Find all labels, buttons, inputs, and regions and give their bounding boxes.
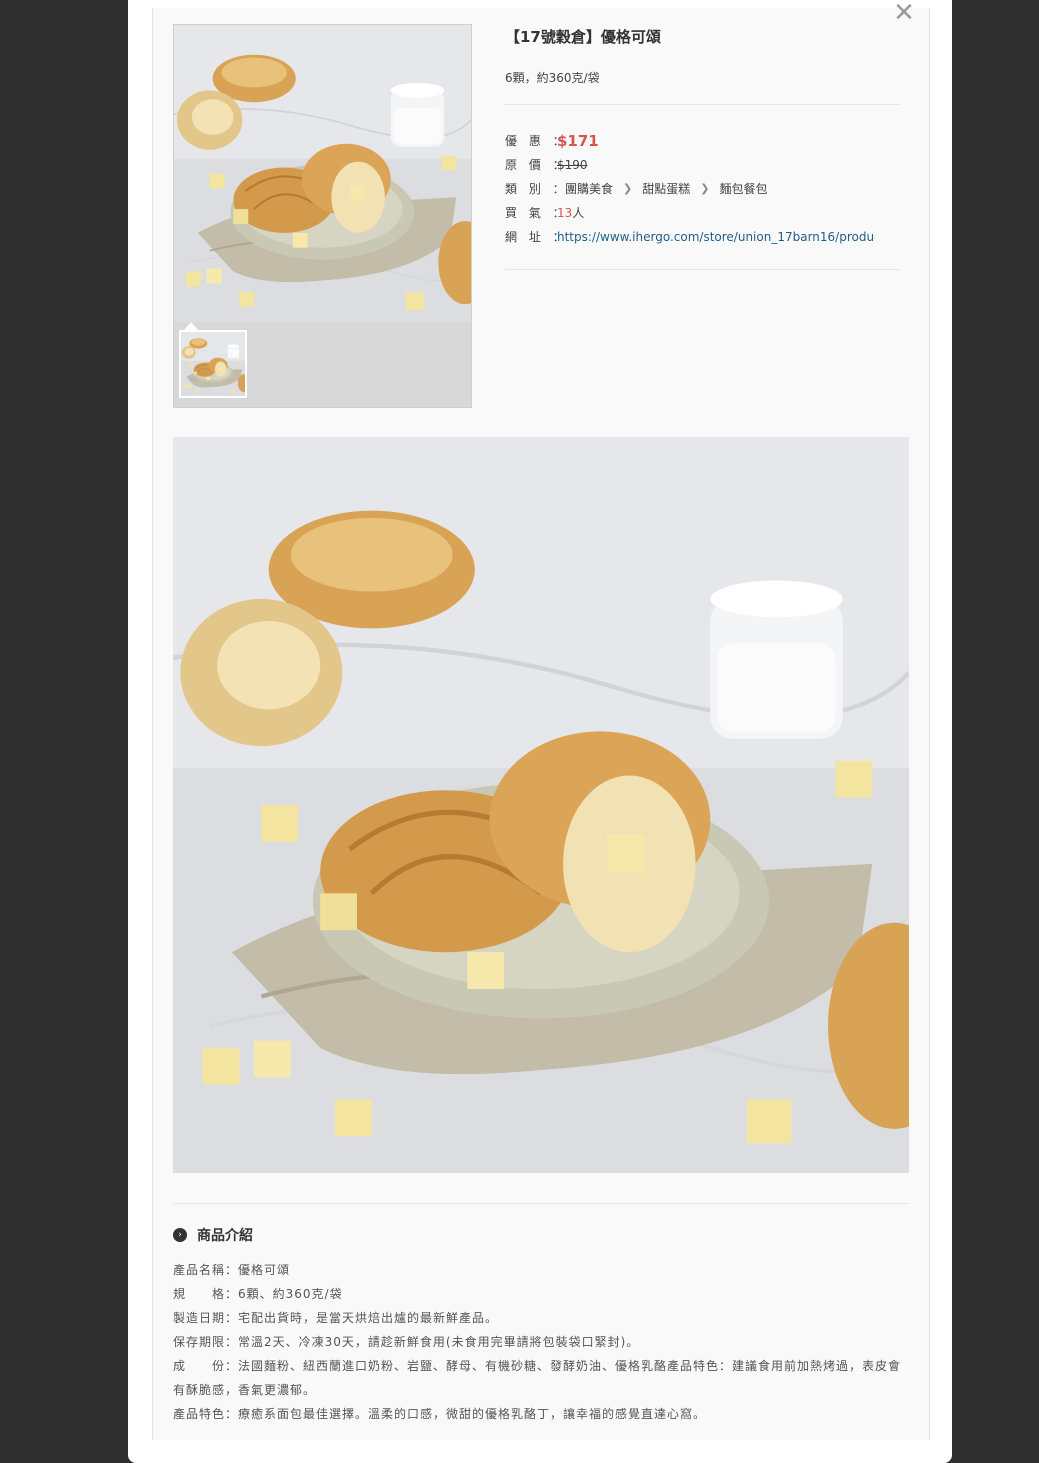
divider xyxy=(173,1203,909,1204)
chevron-right-icon: ❯ xyxy=(623,182,633,195)
divider xyxy=(505,104,900,105)
product-spec: 6顆，約360克/袋 xyxy=(505,71,600,85)
product-title: 【17號穀倉】優格可頌 xyxy=(505,28,661,46)
close-icon[interactable]: ✕ xyxy=(893,0,915,26)
category-link-bread[interactable]: 麵包餐包 xyxy=(719,177,767,201)
divider xyxy=(505,269,900,270)
large-product-photo xyxy=(173,437,909,1173)
category-link-group-buy[interactable]: 團購美食 xyxy=(565,177,613,201)
description-line: 產品特色：療癒系面包最佳選擇。溫柔的口感，微甜的優格乳酪丁，讓幸福的感覺直達心窩… xyxy=(173,1407,707,1421)
buyer-count: 13 xyxy=(557,206,573,220)
chevron-right-circle-icon: › xyxy=(173,1228,187,1242)
deal-label: 優 惠 ： xyxy=(505,134,569,148)
description-body: 產品名稱：優格可頌 規 格：6顆、約360克/袋 製造日期：宅配出貨時，是當天烘… xyxy=(173,1258,909,1426)
description-line: 規 格：6顆、約360克/袋 xyxy=(173,1287,343,1301)
original-price: $190 xyxy=(557,158,588,172)
thumbnail-photo[interactable] xyxy=(179,330,247,398)
description-line: 保存期限：常溫2天、冷凍30天，請趁新鮮食用(未食用完畢請將包裝袋口緊封)。 xyxy=(173,1335,640,1349)
product-info: 【17號穀倉】優格可頌 6顆，約360克/袋 優 惠 ： $171 原 價 ： … xyxy=(505,24,900,270)
deal-row: 優 惠 ： $171 xyxy=(505,129,900,153)
product-dialog: ✕ 【17號穀倉】優格可頌 6顆，約360克/袋 優 惠 ： $171 原 價 … xyxy=(128,0,952,1463)
popularity-row: 買 氣 ： 13 人 xyxy=(505,201,900,225)
category-label: 類 別 ： xyxy=(505,182,569,196)
url-row: 網 址 ： https://www.ihergo.com/store/union… xyxy=(505,225,900,249)
original-price-label: 原 價 ： xyxy=(505,158,569,172)
description-line: 製造日期：宅配出貨時，是當天烘焙出爐的最新鮮產品。 xyxy=(173,1311,499,1325)
category-link-dessert[interactable]: 甜點蛋糕 xyxy=(642,177,690,201)
product-gallery xyxy=(173,24,472,408)
product-panel: ✕ 【17號穀倉】優格可頌 6顆，約360克/袋 優 惠 ： $171 原 價 … xyxy=(152,0,930,1440)
popularity-label: 買 氣 ： xyxy=(505,206,569,220)
buyer-unit: 人 xyxy=(572,206,585,220)
product-attributes: 優 惠 ： $171 原 價 ： $190 類 別 ： 團購美食 ❯ 甜點蛋糕 … xyxy=(505,129,900,249)
description-title: 商品介紹 xyxy=(197,1228,253,1244)
original-price-row: 原 價 ： $190 xyxy=(505,153,900,177)
deal-price: $171 xyxy=(557,132,599,150)
product-url-link[interactable]: https://www.ihergo.com/store/union_17bar… xyxy=(557,225,875,249)
description-line: 成 份：法國麵粉、紐西蘭進口奶粉、岩鹽、酵母、有機砂糖、發酵奶油、優格乳酪產品特… xyxy=(173,1359,902,1397)
url-label: 網 址 ： xyxy=(505,230,569,244)
description-line: 產品名稱：優格可頌 xyxy=(173,1263,291,1277)
category-row: 類 別 ： 團購美食 ❯ 甜點蛋糕 ❯ 麵包餐包 xyxy=(505,177,900,201)
description-heading: › 商品介紹 xyxy=(173,1225,253,1245)
thumbnail-pointer xyxy=(184,322,198,330)
chevron-right-icon: ❯ xyxy=(700,182,710,195)
main-product-photo[interactable] xyxy=(174,25,471,322)
